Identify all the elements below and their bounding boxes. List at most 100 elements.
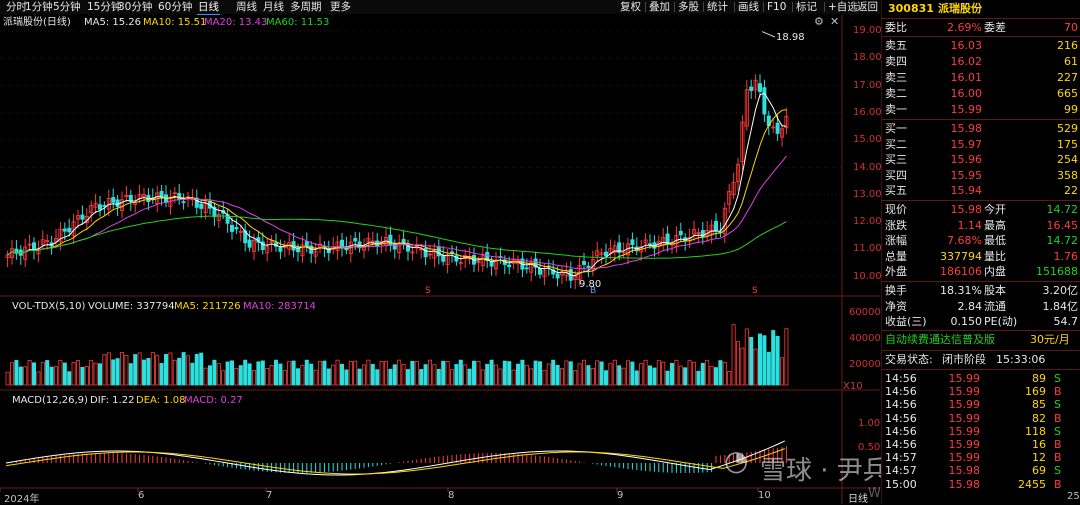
vol-indicator-label[interactable]: VOL-TDX(5,10)	[12, 301, 85, 313]
volume-bar	[582, 359, 587, 386]
volume-bar	[295, 368, 300, 386]
promo-row[interactable]: 自动续费通达信普及版 30元/月	[882, 333, 1080, 347]
volume-bar	[62, 362, 67, 386]
candle-body	[441, 255, 446, 262]
toolbar-button-7[interactable]: +自选	[827, 0, 859, 14]
volume-bar	[335, 359, 340, 386]
period-tab-7[interactable]: 周线	[235, 0, 258, 14]
volume-bar	[397, 359, 402, 386]
volume-bar	[568, 361, 573, 386]
period-tab-daily[interactable]: 日线	[848, 490, 868, 505]
candle-body	[111, 197, 116, 203]
period-tab-8[interactable]: 月线	[262, 0, 285, 14]
bid-row[interactable]: 买三 15.96 254	[882, 153, 1080, 167]
price-axis-tick: 14.00	[853, 161, 882, 173]
macd-indicator-label[interactable]: MACD(12,26,9)	[12, 395, 88, 407]
bid-row[interactable]: 买二 15.97 175	[882, 138, 1080, 152]
volume-bar	[287, 361, 292, 386]
volume-bar	[573, 370, 578, 386]
stock-name: 派瑞股份	[938, 2, 982, 15]
x-label-10: 10	[758, 490, 771, 501]
settings-gear-icon[interactable]: ⚙	[814, 16, 824, 28]
volume-bar	[709, 365, 714, 386]
toolbar-button-8[interactable]: 返回	[856, 0, 879, 14]
toolbar-button-3[interactable]: 统计	[706, 0, 729, 14]
candle-body	[353, 238, 358, 242]
period-tab-1[interactable]: 1分钟	[24, 0, 54, 14]
period-tab-4[interactable]: 30分钟	[117, 0, 153, 14]
ask-row[interactable]: 卖四 16.02 61	[882, 55, 1080, 69]
volume-bar	[520, 359, 525, 386]
volume-bar	[489, 359, 494, 386]
volume-bar	[714, 367, 719, 386]
ask-volume: 665	[1057, 87, 1078, 100]
volume-bar	[221, 370, 226, 386]
period-toolbar: 分时 1分钟 5分钟 15分钟 30分钟 60分钟 日线 周线 月线 多周期 更多 复权 叠加 多股 统计…	[0, 0, 880, 15]
candle-body	[199, 203, 204, 209]
ask-volume: 216	[1057, 39, 1078, 52]
volume-bar	[194, 353, 199, 386]
volume-bar	[516, 363, 521, 386]
volume-bar	[23, 366, 28, 386]
stat-row: 总量 337794 量比 1.76	[885, 249, 1078, 263]
volume-bar	[736, 341, 741, 386]
candle-body	[234, 227, 239, 230]
ask-row[interactable]: 卖一 15.99 99	[882, 103, 1080, 117]
close-icon[interactable]: ✕	[830, 16, 839, 28]
ask-price: 15.99	[950, 103, 983, 116]
macd-dea-value: DEA: 1.08	[136, 395, 186, 406]
volume-bar	[229, 360, 234, 386]
volume-bar	[471, 360, 476, 386]
volume-bar	[251, 370, 256, 386]
volume-bar	[683, 367, 688, 386]
candle-body	[392, 243, 397, 250]
volume-bar	[58, 359, 63, 386]
candle-body	[401, 238, 406, 244]
volume-bar	[652, 367, 657, 386]
volume-bar	[106, 352, 111, 386]
toolbar-button-5[interactable]: F10	[766, 0, 787, 14]
volume-bar	[247, 363, 252, 386]
period-tab-2[interactable]: 5分钟	[52, 0, 82, 14]
chart-title: 派瑞股份(日线)	[3, 17, 71, 28]
volume-bar	[441, 360, 446, 386]
volume-bar	[656, 360, 661, 386]
ask-volume: 99	[1064, 103, 1078, 116]
bid-row[interactable]: 买一 15.98 529	[882, 122, 1080, 136]
period-tab-10[interactable]: 更多	[329, 0, 352, 14]
price-axis-tick: 19.00	[853, 25, 882, 36]
volume-bar	[76, 360, 81, 386]
candle-body	[775, 122, 780, 134]
volume-bar	[560, 368, 565, 386]
bid-row[interactable]: 买五 15.94 22	[882, 184, 1080, 198]
volume-bar	[766, 351, 771, 386]
toolbar-button-1[interactable]: 叠加	[648, 0, 671, 14]
volume-bar	[586, 365, 591, 386]
price-axis-tick: 15.00	[853, 134, 882, 146]
volume-bar	[199, 352, 204, 386]
trade-status: 闭市阶段	[942, 353, 986, 366]
period-tab-9[interactable]: 多周期	[289, 0, 323, 14]
volume-bar	[705, 359, 710, 386]
toolbar-button-6[interactable]: 标记	[795, 0, 818, 14]
bid-row[interactable]: 买四 15.95 358	[882, 169, 1080, 183]
ask-row[interactable]: 卖二 16.00 665	[882, 87, 1080, 101]
period-tab-6[interactable]: 日线	[197, 0, 220, 15]
stat-row: 涨跌 1.14 最高 16.45	[885, 218, 1078, 232]
ask-row[interactable]: 卖五 16.03 216	[882, 39, 1080, 53]
volume-bar	[507, 361, 512, 386]
period-tab-5[interactable]: 60分钟	[157, 0, 193, 14]
toolbar-button-0[interactable]: 复权	[619, 0, 642, 14]
volume-bar	[375, 369, 380, 386]
bid-volume: 529	[1057, 122, 1078, 135]
volume-bar	[243, 359, 248, 386]
volume-bar	[238, 365, 243, 386]
vol-unit-label: X10	[843, 381, 863, 392]
kline-chart-area[interactable]: SBS	[0, 15, 880, 504]
ask-row[interactable]: 卖三 16.01 227	[882, 71, 1080, 85]
volume-bar	[207, 365, 212, 386]
toolbar-button-2[interactable]: 多股	[677, 0, 700, 14]
volume-bar	[313, 369, 318, 386]
volume-bar	[502, 360, 507, 386]
toolbar-button-4[interactable]: 画线	[737, 0, 760, 14]
